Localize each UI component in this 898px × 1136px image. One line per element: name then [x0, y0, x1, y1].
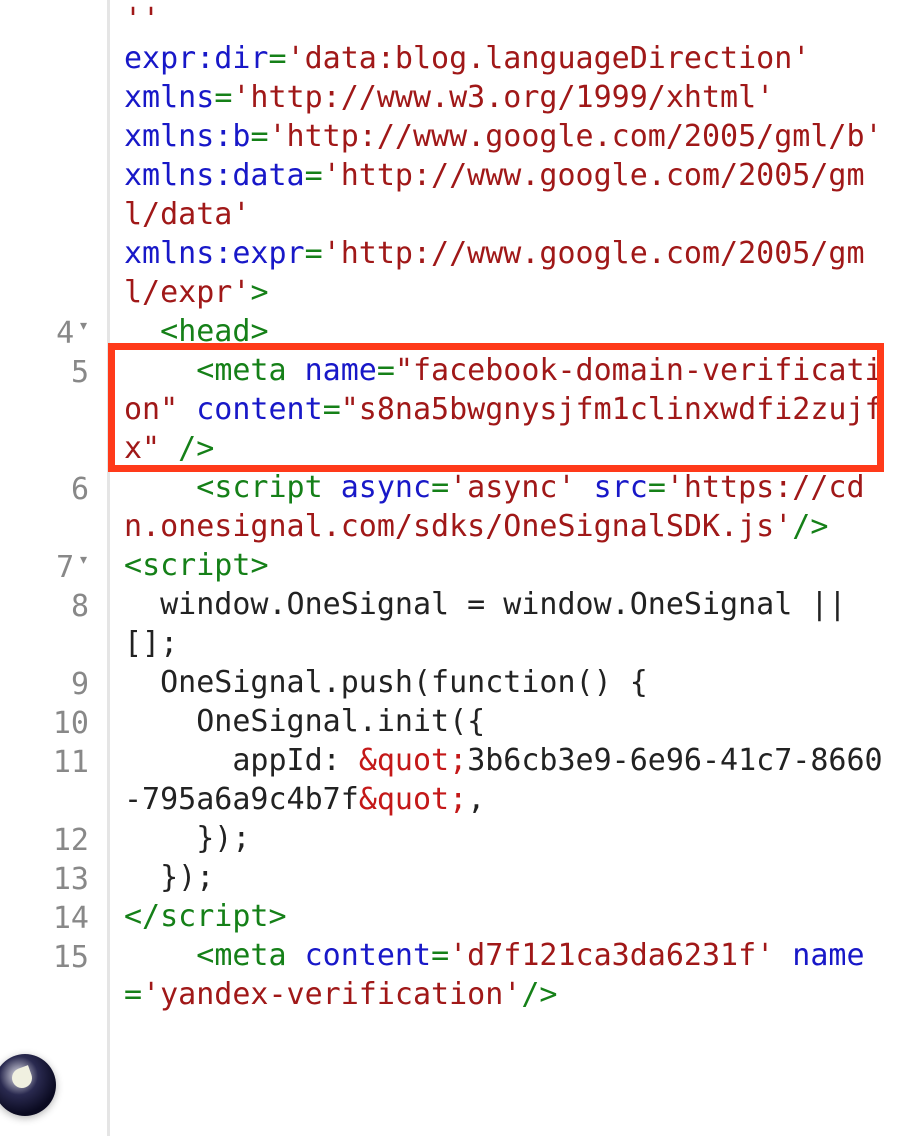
code-line: </script> [124, 897, 892, 936]
line-number: 5 [0, 351, 107, 468]
code-line: appId: &quot;3b6cb3e9-6e96-41c7-8660-795… [124, 741, 892, 819]
code-line: <script async='async' src='https://cdn.o… [124, 468, 892, 546]
line-number [0, 117, 107, 156]
line-number [0, 78, 107, 117]
code-line: '' [124, 0, 892, 39]
code-line: OneSignal.push(function() { [124, 663, 892, 702]
code-line: }); [124, 819, 892, 858]
code-line: window.OneSignal = window.OneSignal || [… [124, 585, 892, 663]
line-number: 9 [0, 663, 107, 702]
code-line: xmlns:data='http://www.google.com/2005/g… [124, 156, 892, 234]
line-number: 11 [0, 741, 107, 819]
line-number: 6 [0, 468, 107, 546]
code-line: xmlns='http://www.w3.org/1999/xhtml' [124, 78, 892, 117]
line-number-gutter: 4▾567▾89101112131415 [0, 0, 110, 1136]
code-line: OneSignal.init({ [124, 702, 892, 741]
line-number [0, 156, 107, 234]
line-number: 12 [0, 819, 107, 858]
line-number: 10 [0, 702, 107, 741]
fold-marker-icon[interactable]: ▾ [78, 548, 89, 571]
line-number: 8 [0, 585, 107, 663]
line-number [0, 39, 107, 78]
code-line: xmlns:expr='http://www.google.com/2005/g… [124, 234, 892, 312]
line-number: 4▾ [0, 312, 107, 351]
code-line: <script> [124, 546, 892, 585]
code-area[interactable]: '' expr:dir='data:blog.languageDirection… [110, 0, 898, 1136]
code-editor: 4▾567▾89101112131415 '' expr:dir='data:b… [0, 0, 898, 1136]
line-number: 14 [0, 897, 107, 936]
line-number: 15 [0, 936, 107, 1014]
code-line: xmlns:b='http://www.google.com/2005/gml/… [124, 117, 892, 156]
code-line: <head> [124, 312, 892, 351]
line-number: 13 [0, 858, 107, 897]
fold-marker-icon[interactable]: ▾ [78, 314, 89, 337]
code-line: }); [124, 858, 892, 897]
code-line: expr:dir='data:blog.languageDirection' [124, 39, 892, 78]
line-number [0, 0, 107, 39]
line-number [0, 234, 107, 312]
code-line-highlighted: <meta name="facebook-domain-verification… [124, 351, 892, 468]
line-number: 7▾ [0, 546, 107, 585]
code-line: <meta content='d7f121ca3da6231f' name='y… [124, 936, 892, 1014]
